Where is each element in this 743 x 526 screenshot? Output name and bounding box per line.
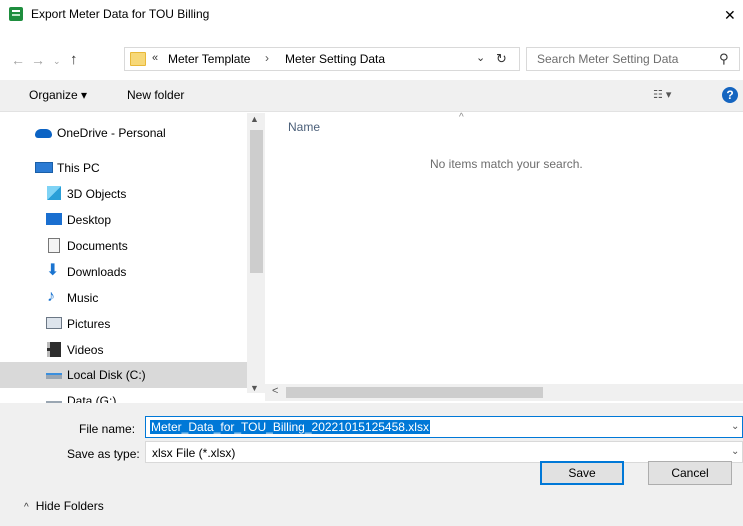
sidebar-item-label: Videos <box>67 343 104 357</box>
search-input[interactable] <box>537 52 707 66</box>
videos-icon <box>47 342 61 357</box>
refresh-button[interactable]: ↻ <box>496 51 507 67</box>
toolbar: Organize ▾ New folder ☷ ▾ ? <box>0 80 743 112</box>
file-name-value[interactable]: Meter_Data_for_TOU_Billing_2022101512545… <box>150 420 430 434</box>
up-button[interactable]: ↑ <box>70 51 78 68</box>
scroll-up-icon[interactable]: ▲ <box>250 114 259 124</box>
music-icon: ♪ <box>47 288 55 305</box>
pictures-icon <box>46 317 62 329</box>
cancel-button[interactable]: Cancel <box>648 461 732 485</box>
sidebar-item-3d-objects[interactable]: 3D Objects <box>0 181 247 207</box>
sidebar-item-downloads[interactable]: ⬇ Downloads <box>0 259 247 285</box>
view-options-button[interactable]: ☷ ▾ <box>653 88 671 101</box>
sidebar-item-label: Data (G:) <box>67 394 117 403</box>
sidebar-item-videos[interactable]: Videos <box>0 337 247 363</box>
back-button[interactable]: ← <box>11 53 25 67</box>
search-box[interactable]: ⚲ <box>526 47 740 71</box>
navigation-pane: OneDrive - Personal This PC 3D Objects D… <box>0 113 265 403</box>
save-as-type-value: xlsx File (*.xlsx) <box>152 446 236 460</box>
file-name-dropdown-icon[interactable]: ⌄ <box>731 421 739 432</box>
sidebar-item-label: Downloads <box>67 265 127 279</box>
sidebar-item-label: Local Disk (C:) <box>67 368 146 382</box>
scroll-down-icon[interactable]: ▼ <box>250 383 259 393</box>
sidebar-item-label: This PC <box>57 161 100 175</box>
desktop-icon <box>46 213 62 225</box>
breadcrumb-meter-setting-data[interactable]: Meter Setting Data <box>285 52 385 66</box>
sidebar-item-data-g[interactable]: Data (G:) <box>0 388 247 403</box>
empty-message: No items match your search. <box>430 157 583 171</box>
sidebar-item-this-pc[interactable]: This PC <box>0 155 247 181</box>
sidebar-item-local-disk-c[interactable]: Local Disk (C:) <box>0 362 247 388</box>
window-title: Export Meter Data for TOU Billing <box>31 7 210 21</box>
download-icon: ⬇ <box>46 262 60 279</box>
organize-button[interactable]: Organize ▾ <box>29 88 87 102</box>
forward-button[interactable]: → <box>31 53 45 67</box>
cube-icon <box>47 186 61 200</box>
sidebar-item-desktop[interactable]: Desktop <box>0 207 247 233</box>
save-as-type-label: Save as type: <box>67 447 140 461</box>
breadcrumb-meter-template[interactable]: Meter Template <box>168 52 250 66</box>
breadcrumb-separator-icon[interactable]: › <box>265 51 269 65</box>
save-as-type-select[interactable]: xlsx File (*.xlsx) <box>145 441 743 463</box>
scroll-left-icon[interactable]: < <box>272 385 278 397</box>
horizontal-scrollbar-thumb[interactable] <box>286 387 543 398</box>
hide-folders-button[interactable]: ^ Hide Folders <box>24 499 104 513</box>
address-dropdown-button[interactable]: ⌄ <box>476 51 485 64</box>
recent-locations-button[interactable]: ⌄ <box>53 56 61 67</box>
disk-icon <box>46 373 62 379</box>
file-name-field[interactable]: Meter_Data_for_TOU_Billing_2022101512545… <box>145 416 743 438</box>
address-bar[interactable]: « Meter Template › Meter Setting Data ⌄ … <box>124 47 520 71</box>
onedrive-icon <box>35 129 52 138</box>
hide-folders-label: Hide Folders <box>35 499 104 513</box>
close-button[interactable]: ✕ <box>724 2 743 28</box>
save-as-type-dropdown-icon[interactable]: ⌄ <box>731 446 739 457</box>
help-icon[interactable]: ? <box>722 87 738 103</box>
computer-icon <box>35 162 53 173</box>
new-folder-button[interactable]: New folder <box>127 88 184 102</box>
search-icon[interactable]: ⚲ <box>719 51 729 67</box>
column-header-name[interactable]: Name <box>288 120 320 134</box>
file-name-label: File name: <box>79 422 136 436</box>
save-button[interactable]: Save <box>540 461 624 485</box>
sidebar-item-label: OneDrive - Personal <box>57 126 166 140</box>
sidebar-item-label: Music <box>67 291 99 305</box>
sidebar-item-onedrive[interactable]: OneDrive - Personal <box>0 120 247 146</box>
sidebar-item-music[interactable]: ♪ Music <box>0 285 247 311</box>
sidebar-item-documents[interactable]: Documents <box>0 233 247 259</box>
chevron-up-icon: ^ <box>24 502 29 513</box>
sidebar-item-label: Pictures <box>67 317 111 331</box>
navigation-scrollbar-thumb[interactable] <box>250 130 263 273</box>
sidebar-item-label: Documents <box>67 239 128 253</box>
breadcrumb-overflow-button[interactable]: « <box>152 52 158 64</box>
app-icon <box>9 7 23 21</box>
document-icon <box>48 238 60 253</box>
folder-icon <box>130 52 146 66</box>
sort-ascending-icon: ^ <box>459 112 464 123</box>
sidebar-item-label: Desktop <box>67 213 112 227</box>
sidebar-item-pictures[interactable]: Pictures <box>0 311 247 337</box>
sidebar-item-label: 3D Objects <box>67 187 127 201</box>
